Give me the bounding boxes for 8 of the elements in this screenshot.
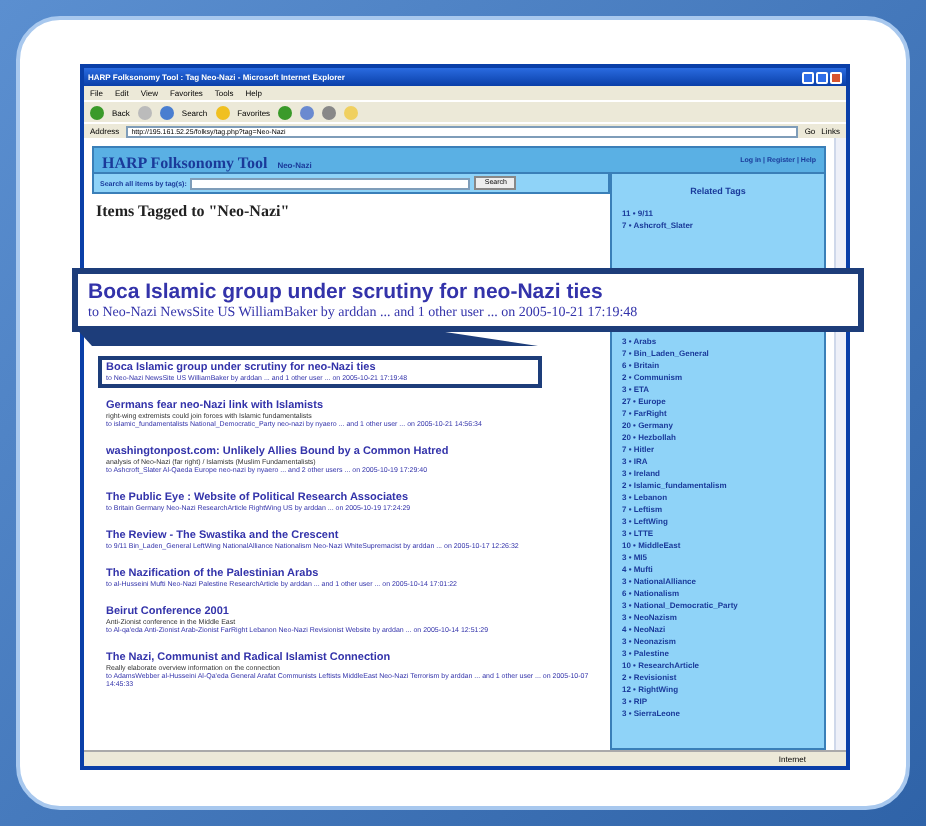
minimize-button[interactable]: [802, 71, 814, 83]
maximize-button[interactable]: [816, 71, 828, 83]
scrollbar[interactable]: [834, 138, 846, 750]
search-field[interactable]: [190, 177, 471, 189]
site-title: HARP Folksonomy Tool: [102, 154, 268, 172]
callout-title: Boca Islamic group under scrutiny for neo-Nazi ties: [88, 280, 605, 304]
page-heading: Items Tagged to "Neo-Nazi": [96, 202, 292, 220]
close-button[interactable]: [830, 71, 842, 83]
